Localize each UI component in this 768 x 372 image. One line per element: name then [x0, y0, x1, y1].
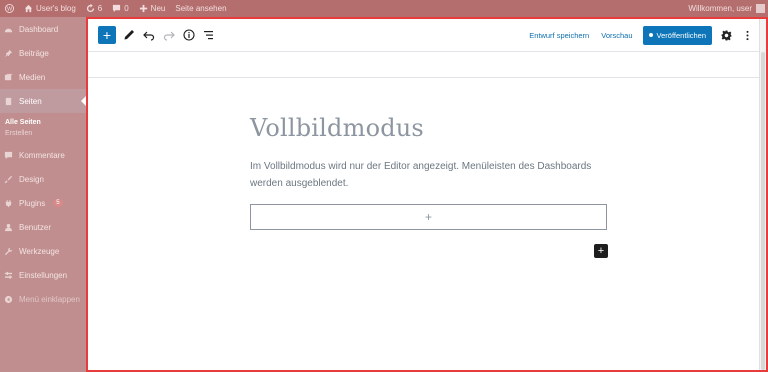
admin-sidebar: Dashboard Beiträge Medien Seiten Alle Se… [0, 17, 86, 372]
pin-icon [4, 49, 13, 58]
sidebar-item-tools[interactable]: Werkzeuge [0, 239, 86, 263]
editor-toolbar: + Entwurf speichern Vorschau Veröffentli… [88, 19, 766, 52]
editor-canvas: Vollbildmodus Im Vollbildmodus wird nur … [250, 114, 610, 230]
users-icon [4, 223, 13, 232]
sidebar-item-label: Dashboard [19, 24, 59, 34]
submenu-all-pages[interactable]: Alle Seiten [0, 117, 86, 128]
sidebar-item-pages[interactable]: Seiten [0, 89, 86, 113]
block-appender-button[interactable]: + [250, 204, 607, 230]
details-button[interactable] [182, 28, 196, 42]
sidebar-item-comments[interactable]: Kommentare [0, 143, 86, 167]
admin-bar: W User's blog 6 0 Neu Seite ansehen Will… [0, 0, 768, 17]
collapse-icon [4, 295, 13, 304]
sidebar-item-design[interactable]: Design [0, 167, 86, 191]
sidebar-item-label: Werkzeuge [19, 246, 60, 256]
submenu-create[interactable]: Erstellen [0, 128, 86, 139]
settings-icon [4, 271, 13, 280]
sidebar-item-posts[interactable]: Beiträge [0, 41, 86, 65]
media-icon [4, 73, 13, 82]
pencil-icon [124, 30, 134, 40]
site-name: User's blog [36, 4, 76, 13]
wordpress-icon: W [5, 4, 14, 13]
block-editor: + Entwurf speichern Vorschau Veröffentli… [86, 17, 768, 372]
sidebar-item-plugins[interactable]: Plugins 5 [0, 191, 86, 215]
sidebar-item-dashboard[interactable]: Dashboard [0, 17, 86, 41]
greeting: Willkommen, user [688, 4, 752, 13]
sidebar-item-label: Seiten [19, 96, 42, 106]
info-icon [183, 29, 195, 41]
sidebar-item-label: Kommentare [19, 150, 65, 160]
comments-link[interactable]: 0 [107, 0, 133, 17]
new-label: Neu [150, 4, 166, 13]
new-content-link[interactable]: Neu [134, 0, 171, 17]
sidebar-item-label: Benutzer [19, 222, 52, 232]
sidebar-item-label: Design [19, 174, 44, 184]
scrollbar[interactable] [759, 19, 766, 370]
page-title[interactable]: Vollbildmodus [250, 114, 610, 142]
pages-icon [4, 97, 13, 106]
paragraph-block[interactable]: Im Vollbildmodus wird nur der Editor ang… [250, 158, 610, 192]
updates-count: 6 [97, 4, 103, 13]
comments-count: 0 [124, 4, 129, 13]
sidebar-item-label: Plugins [19, 198, 46, 208]
brush-icon [4, 175, 13, 184]
add-block-button[interactable]: + [98, 26, 116, 44]
home-icon [24, 4, 33, 13]
site-name-link[interactable]: User's blog [19, 0, 81, 17]
dashboard-icon [4, 25, 13, 34]
block-toolbar-area [88, 52, 766, 78]
avatar [756, 4, 765, 13]
undo-button[interactable] [142, 28, 156, 42]
sidebar-item-label: Medien [19, 72, 46, 82]
sidebar-item-label: Beiträge [19, 48, 49, 58]
plus-icon [139, 4, 147, 13]
more-menu-button[interactable] [740, 28, 754, 42]
undo-icon [143, 31, 155, 41]
sidebar-item-label: Einstellungen [19, 270, 68, 280]
sidebar-item-users[interactable]: Benutzer [0, 215, 86, 239]
toolbar-actions: Entwurf speichern Vorschau Veröffentlich… [523, 25, 766, 45]
outline-button[interactable] [202, 28, 216, 42]
view-page-link[interactable]: Seite ansehen [170, 0, 231, 17]
gear-icon [720, 29, 732, 41]
sidebar-item-settings[interactable]: Einstellungen [0, 263, 86, 287]
wp-logo[interactable]: W [0, 0, 19, 17]
list-view-icon [204, 31, 213, 40]
publish-button[interactable]: Veröffentlichen [642, 25, 712, 45]
account-menu[interactable]: Willkommen, user [683, 0, 768, 17]
updates-icon [86, 4, 94, 13]
view-page-label: Seite ansehen [175, 4, 227, 13]
save-draft-button[interactable]: Entwurf speichern [523, 31, 595, 40]
comment-icon [113, 4, 121, 13]
preview-button[interactable]: Vorschau [595, 31, 638, 40]
tools-icon [4, 247, 13, 256]
pages-submenu: Alle Seiten Erstellen [0, 113, 86, 143]
status-dot-icon [648, 33, 653, 37]
redo-button[interactable] [162, 28, 176, 42]
sidebar-item-media[interactable]: Medien [0, 65, 86, 89]
plugins-update-badge: 5 [53, 199, 63, 207]
scrollbar-thumb[interactable] [761, 52, 765, 370]
inline-inserter-button[interactable]: + [594, 244, 608, 258]
updates-link[interactable]: 6 [81, 0, 107, 17]
comments-icon [4, 151, 13, 160]
plugin-icon [4, 199, 13, 208]
sidebar-item-label: Menü einklappen [19, 294, 80, 304]
settings-button[interactable] [719, 28, 733, 42]
redo-icon [163, 31, 175, 41]
edit-tools-button[interactable] [122, 28, 136, 42]
more-vertical-icon [745, 30, 749, 40]
sidebar-item-collapse[interactable]: Menü einklappen [0, 287, 86, 311]
publish-label: Veröffentlichen [656, 30, 706, 40]
